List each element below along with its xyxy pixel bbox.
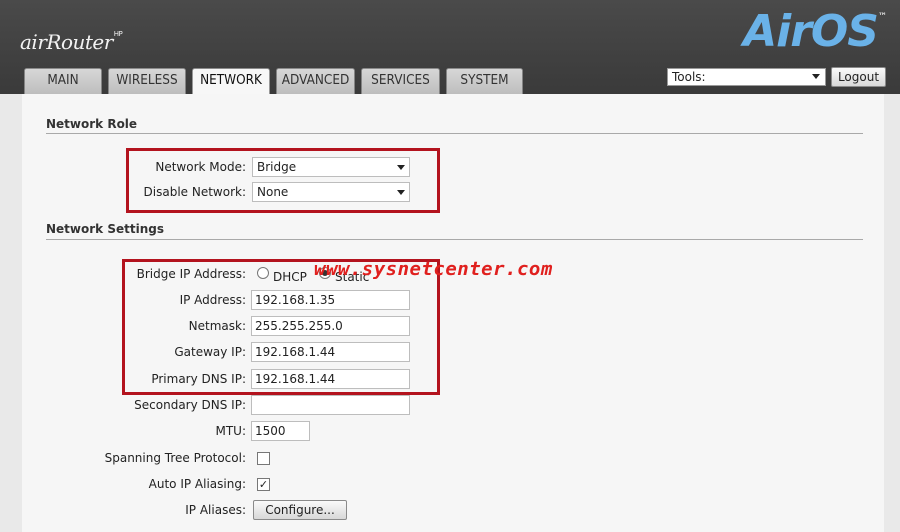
tab-services[interactable]: SERVICES bbox=[360, 68, 441, 94]
tab-main[interactable]: MAIN bbox=[23, 68, 103, 94]
tab-wireless[interactable]: WIRELESS bbox=[107, 68, 187, 94]
ip-aliases-label: IP Aliases: bbox=[185, 503, 246, 517]
logout-button[interactable]: Logout bbox=[831, 67, 886, 87]
auto-ip-aliasing-label: Auto IP Aliasing: bbox=[148, 477, 246, 491]
tools-select[interactable]: Tools: bbox=[667, 68, 826, 86]
watermark-text: www.sysnetcenter.com bbox=[314, 258, 553, 280]
tab-network[interactable]: NETWORK bbox=[191, 68, 271, 95]
auto-ip-aliasing-checkbox[interactable]: ✓ bbox=[257, 478, 270, 491]
tab-system[interactable]: SYSTEM bbox=[445, 68, 524, 94]
divider bbox=[46, 239, 863, 240]
mtu-field[interactable]: 1500 bbox=[251, 421, 310, 441]
brand-logo: airRouterHP bbox=[20, 30, 123, 54]
chevron-down-icon bbox=[812, 74, 820, 79]
header-bar: airRouterHP AirOS™ MAIN WIRELESS NETWORK… bbox=[0, 0, 900, 95]
secondary-dns-label: Secondary DNS IP: bbox=[134, 398, 246, 412]
section-title-network-settings: Network Settings bbox=[46, 222, 164, 236]
divider bbox=[46, 133, 863, 134]
stp-checkbox[interactable] bbox=[257, 452, 270, 465]
highlight-box-network-role bbox=[126, 148, 440, 213]
airos-logo: AirOS™ bbox=[743, 6, 887, 57]
tab-advanced[interactable]: ADVANCED bbox=[275, 68, 356, 94]
mtu-label: MTU: bbox=[215, 424, 246, 438]
stp-label: Spanning Tree Protocol: bbox=[104, 451, 246, 465]
secondary-dns-field[interactable] bbox=[251, 395, 410, 415]
section-title-network-role: Network Role bbox=[46, 117, 138, 131]
configure-button[interactable]: Configure... bbox=[253, 500, 347, 520]
